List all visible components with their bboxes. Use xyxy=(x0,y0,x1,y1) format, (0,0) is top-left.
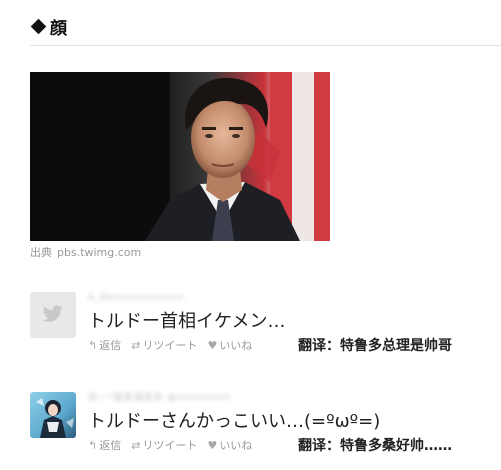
reply-icon: ↰ xyxy=(88,438,98,452)
translation-text: 翻译：特鲁多桑好帅…… xyxy=(298,438,452,454)
section-heading: 顔 xyxy=(30,14,67,39)
portrait-photo xyxy=(30,72,330,241)
reply-button[interactable]: ↰ 返信 xyxy=(88,337,121,353)
avatar[interactable] xyxy=(30,392,76,438)
like-button[interactable]: ♥ いいね xyxy=(207,437,252,453)
tweet-text: トルドーさんかっこいい…(=ºωº=) xyxy=(88,411,381,432)
tweet-card: A_8mnnnnnnnnnn トルドー首相イケメン… ↰ 返信 ⇄ リツイート … xyxy=(30,292,501,362)
caption-source: pbs.twimg.com xyxy=(57,246,142,259)
avatar[interactable] xyxy=(30,292,76,338)
like-label: いいね xyxy=(219,339,253,352)
heart-icon: ♥ xyxy=(207,338,218,352)
retweet-icon: ⇄ xyxy=(131,338,141,352)
like-label: いいね xyxy=(219,439,253,452)
heart-icon: ♥ xyxy=(207,438,218,452)
tweet-actions: ↰ 返信 ⇄ リツイート ♥ いいね xyxy=(88,437,262,453)
section-title: 顔 xyxy=(50,19,67,39)
retweet-button[interactable]: ⇄ リツイート xyxy=(131,337,197,353)
caption-label: 出典 xyxy=(30,246,52,259)
retweet-label: リツイート xyxy=(142,339,198,352)
tweet-card: あー*温泉温泉多 @nnnnnnnn トルドーさんかっこいい…(=ºωº=) ↰… xyxy=(30,392,501,462)
diamond-bullet-icon xyxy=(30,18,47,35)
tweet-actions: ↰ 返信 ⇄ リツイート ♥ いいね xyxy=(88,337,262,353)
manga-character-avatar xyxy=(36,398,74,438)
retweet-icon: ⇄ xyxy=(131,438,141,452)
retweet-label: リツイート xyxy=(142,439,198,452)
user-name[interactable]: A_8mnnnnnnnnnn xyxy=(88,294,184,303)
user-name[interactable]: あー*温泉温泉多 @nnnnnnnn xyxy=(88,394,231,403)
translation-text: 翻译：特鲁多总理是帅哥 xyxy=(298,338,452,354)
reply-label: 返信 xyxy=(99,439,122,452)
like-button[interactable]: ♥ いいね xyxy=(207,337,252,353)
reply-label: 返信 xyxy=(99,339,122,352)
reply-button[interactable]: ↰ 返信 xyxy=(88,437,121,453)
reply-icon: ↰ xyxy=(88,338,98,352)
tweet-text: トルドー首相イケメン… xyxy=(88,311,286,332)
twitter-bird-icon xyxy=(42,305,63,322)
section-divider xyxy=(30,45,501,46)
retweet-button[interactable]: ⇄ リツイート xyxy=(131,437,197,453)
photo-caption: 出典 pbs.twimg.com xyxy=(30,244,141,260)
